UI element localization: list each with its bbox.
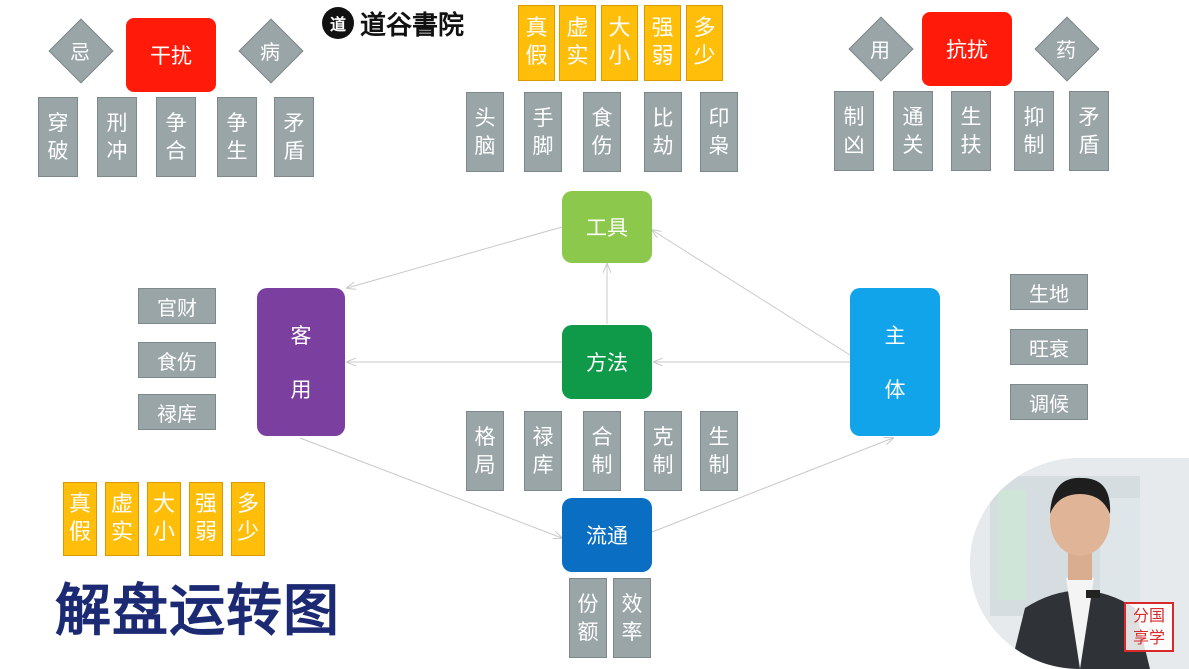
ganrao-item: 矛 盾 [274, 97, 314, 177]
arrow-zhuti-to-gongju [652, 230, 851, 356]
watermark-stamp: 分国 享学 [1124, 602, 1174, 652]
kangrao-item: 矛 盾 [1069, 91, 1109, 171]
fangfa-item: 禄 库 [524, 411, 562, 491]
arrow-gongju-to-keyong [347, 226, 563, 288]
fangfa-item: 生 制 [700, 411, 738, 491]
zhuti-item: 生地 [1010, 274, 1088, 310]
kangrao-item: 制 凶 [834, 91, 874, 171]
diamond-bing: 病 [238, 18, 304, 84]
gongju-item: 头 脑 [466, 92, 504, 172]
keyong-item: 官财 [138, 288, 216, 324]
yellow-tag: 大 小 [601, 5, 638, 81]
node-liutong: 流通 [562, 498, 652, 572]
yellow-tag: 强 弱 [644, 5, 681, 81]
node-keyong: 客 用 [257, 288, 345, 436]
fangfa-item: 合 制 [583, 411, 621, 491]
node-gongju: 工具 [562, 191, 652, 263]
red-box-kangrao: 抗扰 [922, 12, 1012, 86]
arrow-liutong-to-zhuti [651, 438, 893, 533]
red-box-ganrao: 干扰 [126, 18, 216, 92]
yellow-tag: 真 假 [518, 5, 555, 81]
ganrao-item: 刑 冲 [97, 97, 137, 177]
diamond-ji: 忌 [48, 18, 114, 84]
diamond-ji-label: 忌 [70, 39, 90, 64]
diamond-yong: 用 [848, 16, 914, 82]
keyong-item: 禄库 [138, 394, 216, 430]
node-fangfa: 方法 [562, 325, 652, 399]
yellow-tag: 多 少 [686, 5, 723, 81]
yellow-tag: 多 少 [231, 482, 265, 556]
fangfa-item: 克 制 [644, 411, 682, 491]
keyong-item: 食伤 [138, 342, 216, 378]
yellow-tag: 强 弱 [189, 482, 223, 556]
ganrao-item: 争 生 [217, 97, 257, 177]
diamond-bing-label: 病 [260, 39, 280, 64]
diamond-yao-label: 药 [1056, 37, 1076, 62]
diamond-yao: 药 [1034, 16, 1100, 82]
kangrao-item: 生 扶 [951, 91, 991, 171]
zhuti-item: 调候 [1010, 384, 1088, 420]
diamond-yong-label: 用 [870, 37, 890, 62]
ganrao-item: 穿 破 [38, 97, 78, 177]
zhuti-item: 旺衰 [1010, 329, 1088, 365]
gongju-item: 手 脚 [524, 92, 562, 172]
gongju-item: 比 劫 [644, 92, 682, 172]
kangrao-item: 通 关 [893, 91, 933, 171]
ganrao-item: 争 合 [156, 97, 196, 177]
gongju-item: 食 伤 [583, 92, 621, 172]
yellow-tag: 大 小 [147, 482, 181, 556]
arrow-keyong-to-liutong [299, 437, 562, 538]
node-zhuti: 主 体 [850, 288, 940, 436]
yellow-tag: 虚 实 [559, 5, 596, 81]
liutong-item: 份 额 [569, 578, 607, 658]
slide-title: 解盘运转图 [55, 579, 340, 644]
yellow-tag: 真 假 [63, 482, 97, 556]
fangfa-item: 格 局 [466, 411, 504, 491]
kangrao-item: 抑 制 [1014, 91, 1054, 171]
yellow-tag: 虚 实 [105, 482, 139, 556]
gongju-item: 印 枭 [700, 92, 738, 172]
liutong-item: 效 率 [613, 578, 651, 658]
